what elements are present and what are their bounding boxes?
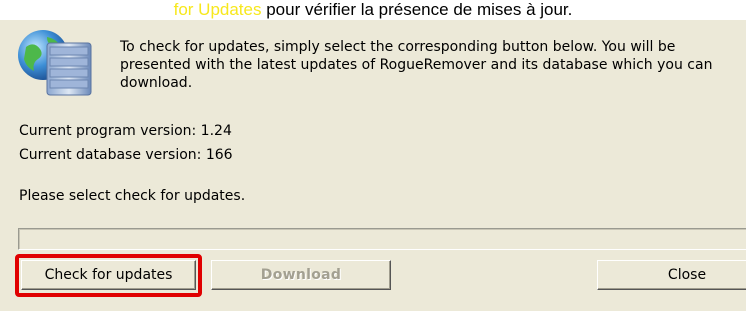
- check-for-updates-button[interactable]: Check for updates: [21, 260, 196, 290]
- close-button[interactable]: Close: [597, 260, 746, 290]
- download-button[interactable]: Download: [211, 260, 391, 290]
- intro-text: To check for updates, simply select the …: [120, 39, 713, 91]
- globe-database-icon: [18, 30, 92, 96]
- database-version-label: Current database version: 166: [19, 147, 233, 163]
- update-dialog: To check for updates, simply select the …: [0, 20, 746, 311]
- caption-rest-text: pour vérifier la présence de mises à jou…: [261, 0, 573, 19]
- caption-highlight-text: for Updates: [173, 0, 262, 19]
- caption-text: for Updates pour vérifier la présence de…: [174, 0, 573, 20]
- status-label: Please select check for updates.: [19, 188, 246, 204]
- caption-strip: for Updates pour vérifier la présence de…: [0, 0, 746, 20]
- update-progress-bar: [18, 228, 746, 250]
- program-version-label: Current program version: 1.24: [19, 123, 232, 139]
